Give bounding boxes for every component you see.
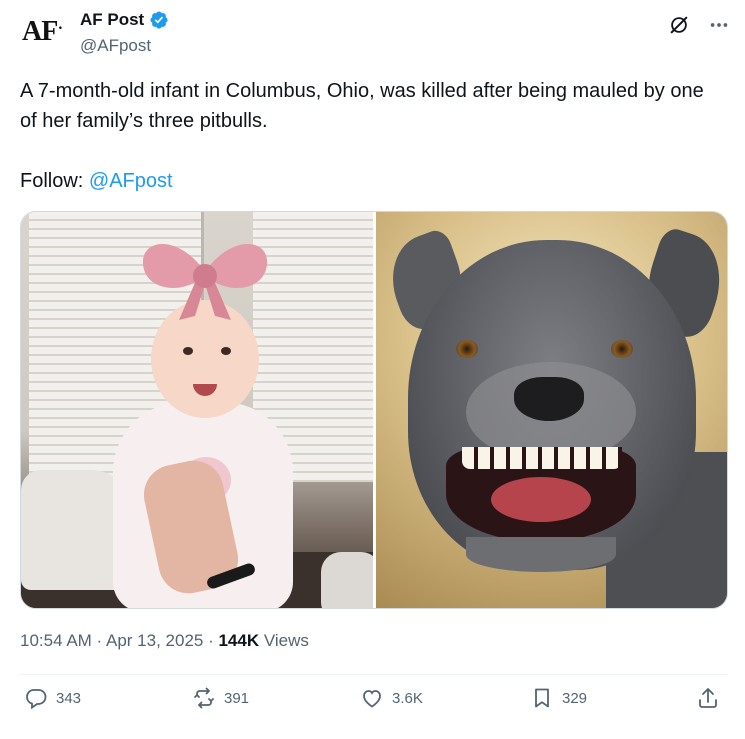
baby-eye-left: [183, 347, 193, 355]
author-handle[interactable]: @AFpost: [80, 36, 151, 56]
views-label: Views: [259, 631, 309, 650]
tweet-header: AF. AF Post @AFpost: [20, 8, 730, 58]
follow-line: Follow: @AFpost: [20, 166, 173, 196]
tweet-date[interactable]: Apr 13, 2025: [106, 631, 203, 650]
dog-teeth: [461, 447, 622, 469]
more-icon[interactable]: [708, 14, 730, 36]
repost-icon: [194, 687, 214, 709]
like-count: 3.6K: [392, 689, 423, 707]
repost-count: 391: [224, 689, 250, 707]
share-icon: [699, 688, 717, 708]
follow-label: Follow:: [20, 170, 89, 192]
dog-tongue: [490, 477, 591, 522]
share-button[interactable]: [696, 686, 720, 710]
bookmark-icon: [535, 688, 549, 708]
meta-separator-2: ·: [203, 631, 219, 650]
divider-top: [20, 674, 728, 675]
pink-bow: [142, 243, 268, 320]
dog-eye-right: [610, 340, 633, 358]
follow-mention-link[interactable]: @AFpost: [89, 170, 173, 192]
action-bar: 343 391 3.6K 329: [20, 686, 728, 726]
reply-button[interactable]: 343: [24, 686, 81, 710]
tweet-text: A 7-month-old infant in Columbus, Ohio, …: [20, 80, 704, 132]
blanket-right: [321, 552, 373, 608]
meta-separator: ·: [91, 631, 106, 650]
avatar-logo-dot: .: [58, 16, 62, 33]
author-avatar[interactable]: AF.: [22, 16, 62, 48]
reply-icon: [26, 689, 47, 710]
photo-baby[interactable]: [21, 212, 373, 608]
repost-button[interactable]: 391: [192, 686, 249, 710]
avatar-logo-text: AF: [22, 16, 58, 47]
dog-eye-left: [455, 340, 478, 358]
bookmark-button[interactable]: 329: [530, 686, 587, 710]
media-grid: [20, 211, 728, 609]
dog-nose: [513, 377, 584, 421]
dog-lower-lip: [465, 537, 616, 572]
tweet-meta: 10:54 AM · Apr 13, 2025 · 144K Views: [20, 631, 309, 651]
views-count[interactable]: 144K: [218, 631, 259, 650]
bookmark-count: 329: [562, 689, 588, 707]
author-display-name[interactable]: AF Post: [80, 10, 144, 30]
grok-icon[interactable]: [668, 14, 690, 36]
heart-icon: [363, 690, 381, 708]
baby-eye-right: [221, 347, 231, 355]
photo-dog[interactable]: [375, 212, 727, 608]
verified-badge-icon[interactable]: [149, 10, 169, 30]
name-row: AF Post: [80, 10, 169, 30]
reply-count: 343: [56, 689, 82, 707]
like-button[interactable]: 3.6K: [360, 686, 423, 710]
tweet-time[interactable]: 10:54 AM: [20, 631, 92, 650]
